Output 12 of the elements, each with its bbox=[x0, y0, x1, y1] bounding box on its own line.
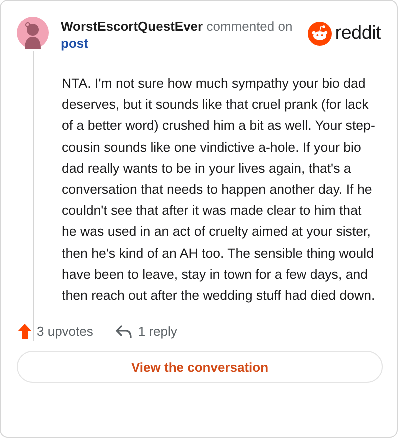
upvote-arrow-icon[interactable] bbox=[18, 324, 32, 340]
comment-text: NTA. I'm not sure how much sympathy your bio dad deserves, but it sounds like that cruel prank (for lack of a better word) crushed him a bit as well. Your step-cousin sounds like one vindictive a-hole. If your bio dad really wants to be in your lives again, that's a conversation that needs to happen another day. If he couldn't see that after it was made clear to him that he was used in an act of cruelty aimed at your sister, then he's kind of an AH too. The sensible thing would have been to leave, stay in town for a few days, and then reach out after the wedding stuff had died down. bbox=[62, 75, 376, 306]
avatar-icon bbox=[17, 17, 49, 49]
action-text: commented on bbox=[206, 19, 293, 34]
brand-name: reddit bbox=[335, 23, 381, 45]
view-conversation-button[interactable]: View the conversation bbox=[17, 351, 383, 384]
username[interactable]: WorstEscortQuestEver bbox=[61, 19, 204, 34]
reply-count: 1 reply bbox=[138, 324, 178, 340]
post-link[interactable]: post bbox=[61, 36, 88, 51]
upvote-count: 3 upvotes bbox=[37, 324, 94, 340]
reddit-logo-icon bbox=[308, 22, 332, 46]
reply-arrow-icon[interactable] bbox=[115, 324, 134, 339]
